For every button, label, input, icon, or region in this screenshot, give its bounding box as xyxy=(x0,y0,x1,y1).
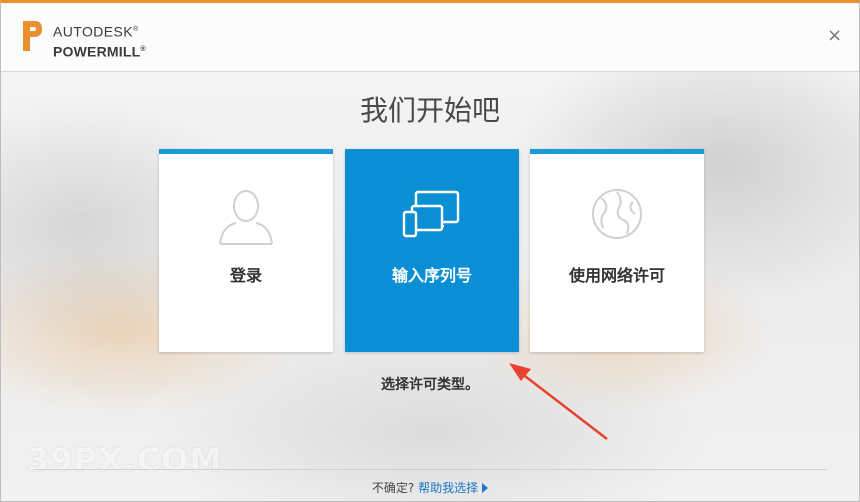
footer-divider xyxy=(33,469,827,470)
brand-autodesk: AUTODESK xyxy=(53,23,133,40)
card-network-license[interactable]: 使用网络许可 xyxy=(530,149,704,352)
close-button[interactable]: × xyxy=(827,27,842,45)
brand-powermill-mark: ® xyxy=(140,45,146,53)
card-enter-serial-label: 输入序列号 xyxy=(391,266,472,285)
license-type-prompt: 选择许可类型。 xyxy=(381,377,479,393)
devices-icon xyxy=(402,190,460,238)
powermill-logo-icon xyxy=(23,21,42,51)
card-sign-in[interactable]: 登录 xyxy=(159,149,333,352)
card-sign-in-label: 登录 xyxy=(229,266,262,285)
dialog-header: AUTODESK® POWERMILL® × xyxy=(1,3,859,72)
user-icon xyxy=(219,190,273,245)
brand-autodesk-mark: ® xyxy=(132,26,139,33)
play-arrow-icon[interactable] xyxy=(482,483,489,493)
footer-question: 不确定? xyxy=(371,481,415,495)
footer: 不确定? 帮助我选择 xyxy=(1,479,859,496)
brand-powermill: POWERMILL xyxy=(53,43,141,60)
license-dialog: AUTODESK® POWERMILL® × 我们开始吧 登录 输入序列号 使用… xyxy=(0,0,860,502)
page-title: 我们开始吧 xyxy=(359,94,500,127)
watermark: 39PX.COM xyxy=(27,441,223,479)
annotation-arrow-icon xyxy=(509,363,608,440)
card-network-license-label: 使用网络许可 xyxy=(568,266,665,285)
card-enter-serial[interactable]: 输入序列号 xyxy=(345,149,519,352)
help-me-choose-link[interactable]: 帮助我选择 xyxy=(418,481,478,495)
globe-icon xyxy=(592,189,642,239)
brand-wordmark: AUTODESK® POWERMILL® xyxy=(53,21,146,60)
